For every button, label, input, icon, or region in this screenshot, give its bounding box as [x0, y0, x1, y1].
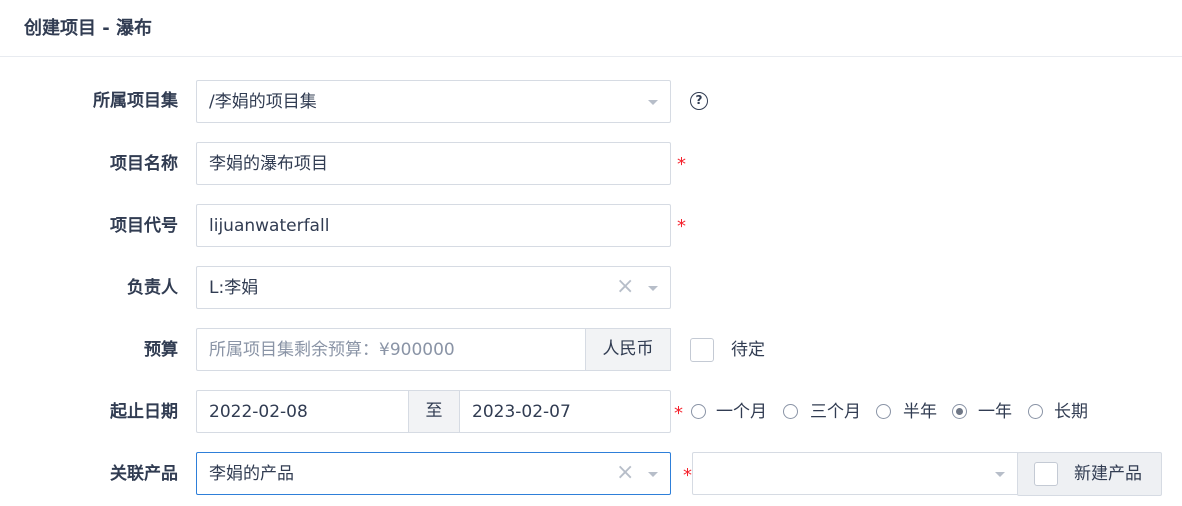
- chevron-down-icon: [648, 286, 658, 291]
- required-mark: *: [677, 216, 686, 237]
- radio-label-long-term: 长期: [1054, 402, 1088, 422]
- program-label: 所属项目集: [93, 91, 178, 111]
- owner-value: L:李娟: [209, 278, 259, 298]
- budget-pending-checkbox[interactable]: [690, 338, 714, 362]
- required-mark: *: [683, 465, 692, 486]
- radio-label-one-month: 一个月: [716, 402, 767, 422]
- page-header: 创建项目 - 瀑布: [0, 0, 1182, 57]
- new-product-label: 新建产品: [1074, 464, 1142, 484]
- project-code-value: lijuanwaterfall: [209, 216, 330, 236]
- project-name-input[interactable]: 李娟的瀑布项目: [196, 142, 671, 185]
- owner-select[interactable]: L:李娟 ×: [196, 266, 671, 309]
- budget-pending-label: 待定: [731, 340, 765, 360]
- date-separator: 至: [408, 390, 460, 433]
- radio-label-one-year: 一年: [978, 402, 1012, 422]
- required-mark: *: [674, 403, 683, 424]
- product-select[interactable]: 李娟的产品 ×: [196, 452, 671, 495]
- product-branch-select[interactable]: [692, 452, 1018, 495]
- end-date-value: 2023-02-07: [472, 402, 571, 422]
- radio-three-months[interactable]: [783, 404, 798, 419]
- end-date-input[interactable]: 2023-02-07: [459, 390, 671, 433]
- begin-date-value: 2022-02-08: [209, 402, 308, 422]
- code-label: 项目代号: [110, 216, 178, 236]
- new-product-checkbox[interactable]: [1034, 462, 1058, 486]
- chevron-down-icon: [995, 472, 1005, 477]
- product-label: 关联产品: [110, 464, 178, 484]
- radio-label-half-year: 半年: [903, 402, 937, 422]
- begin-date-input[interactable]: 2022-02-08: [196, 390, 409, 433]
- page-title: 创建项目 - 瀑布: [24, 18, 153, 39]
- currency-addon: 人民币: [585, 328, 671, 371]
- new-product-toggle[interactable]: 新建产品: [1017, 452, 1162, 496]
- radio-label-three-months: 三个月: [810, 402, 861, 422]
- clear-icon[interactable]: ×: [616, 462, 634, 484]
- clear-icon[interactable]: ×: [616, 276, 634, 298]
- program-select[interactable]: /李娟的项目集: [196, 80, 671, 123]
- chevron-down-icon: [648, 472, 658, 477]
- help-icon[interactable]: ?: [690, 92, 708, 110]
- radio-long-term[interactable]: [1028, 404, 1043, 419]
- project-name-value: 李娟的瀑布项目: [209, 154, 328, 174]
- project-code-input[interactable]: lijuanwaterfall: [196, 204, 671, 247]
- required-mark: *: [677, 154, 686, 175]
- budget-input[interactable]: 所属项目集剩余预算：¥900000: [196, 328, 586, 371]
- radio-half-year[interactable]: [876, 404, 891, 419]
- product-value: 李娟的产品: [209, 464, 294, 484]
- radio-one-month[interactable]: [691, 404, 706, 419]
- dates-label: 起止日期: [110, 402, 178, 422]
- chevron-down-icon: [648, 100, 658, 105]
- program-value: /李娟的项目集: [209, 92, 317, 112]
- radio-one-year[interactable]: [952, 404, 967, 419]
- owner-label: 负责人: [127, 278, 178, 298]
- budget-label: 预算: [144, 340, 178, 360]
- name-label: 项目名称: [110, 154, 178, 174]
- budget-placeholder: 所属项目集剩余预算：¥900000: [209, 340, 455, 360]
